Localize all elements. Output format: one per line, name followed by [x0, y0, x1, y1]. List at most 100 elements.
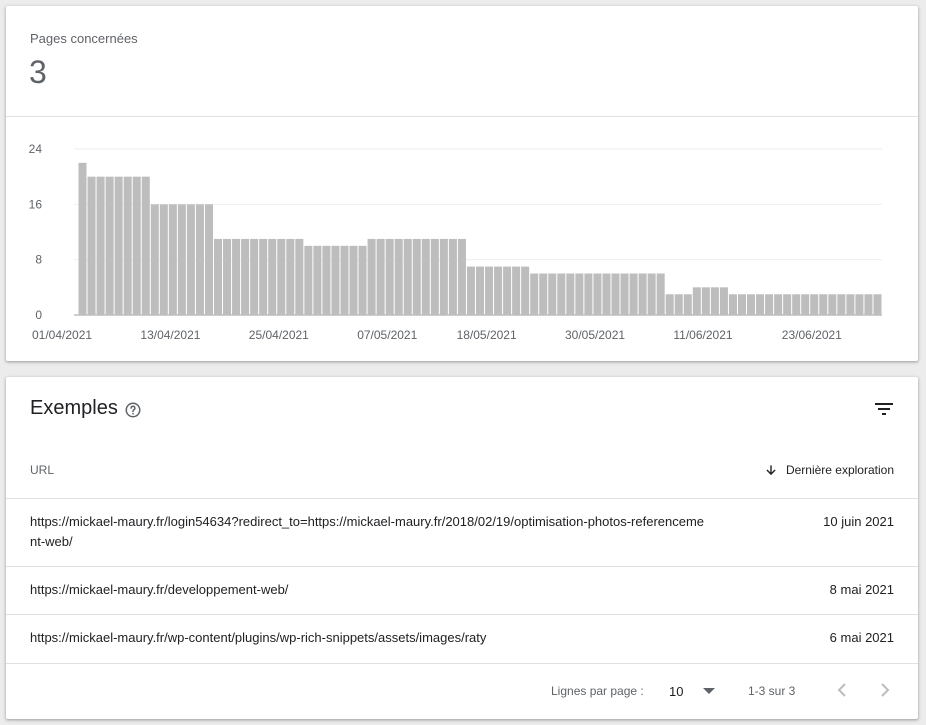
table-row[interactable]: https://mickael-maury.fr/login54634?redi… [6, 498, 918, 566]
chart-bar[interactable] [701, 287, 710, 315]
chart-bar[interactable] [674, 294, 683, 315]
chart-bar[interactable] [539, 273, 548, 316]
chart-bar[interactable] [756, 294, 765, 315]
chart-bar[interactable] [331, 245, 340, 315]
chart-bar[interactable] [548, 273, 557, 316]
chart-bar[interactable] [557, 273, 566, 316]
chart-bar[interactable] [268, 238, 277, 315]
chart-bar[interactable] [647, 273, 656, 316]
column-header-last-crawl[interactable]: Dernière exploration [764, 463, 894, 477]
chart-bar[interactable] [846, 294, 855, 315]
chart-bar[interactable] [566, 273, 575, 316]
chart-bar[interactable] [584, 273, 593, 316]
chart-bar[interactable] [96, 176, 105, 315]
column-header-url[interactable]: URL [30, 463, 54, 477]
chart-bar[interactable] [828, 294, 837, 315]
chart-bar[interactable] [223, 238, 232, 315]
chart-bar[interactable] [412, 238, 421, 315]
chart-bar[interactable] [304, 245, 313, 315]
chart-bar[interactable] [214, 238, 223, 315]
chart-bar[interactable] [394, 238, 403, 315]
chart-bar[interactable] [286, 238, 295, 315]
chart-bar[interactable] [512, 266, 521, 315]
chart-bar[interactable] [105, 176, 114, 315]
table-row[interactable]: https://mickael-maury.fr/wp-content/plug… [6, 614, 918, 663]
chart-bar[interactable] [259, 238, 268, 315]
chart-bar[interactable] [430, 238, 439, 315]
chart-bar[interactable] [683, 294, 692, 315]
chart-bar[interactable] [123, 176, 132, 315]
chart-bar[interactable] [367, 238, 376, 315]
chart-bar[interactable] [665, 294, 674, 315]
chart-bar[interactable] [792, 294, 801, 315]
chart-bar[interactable] [168, 204, 177, 315]
chart-bar[interactable] [159, 204, 168, 315]
chart-bar[interactable] [132, 176, 141, 315]
chart-bar[interactable] [521, 266, 530, 315]
help-circle-icon[interactable] [124, 401, 142, 419]
chart-bar[interactable] [855, 294, 864, 315]
chevron-right-icon[interactable] [873, 678, 897, 702]
chart-bar[interactable] [530, 273, 539, 316]
chart-bar[interactable] [737, 294, 746, 315]
chart-bar[interactable] [78, 162, 87, 315]
chart-bar[interactable] [602, 273, 611, 316]
chart-bar[interactable] [466, 266, 475, 315]
chart-bar[interactable] [186, 204, 195, 315]
chart-bar[interactable] [150, 204, 159, 315]
chart-bar[interactable] [593, 273, 602, 316]
chart-bar[interactable] [87, 176, 96, 315]
chart-bar[interactable] [801, 294, 810, 315]
chart-bar[interactable] [783, 294, 792, 315]
chart-bar[interactable] [837, 294, 846, 315]
table-row[interactable]: https://mickael-maury.fr/developpement-w… [6, 566, 918, 614]
chart-bar[interactable] [638, 273, 647, 316]
chart-bar[interactable] [457, 238, 466, 315]
chart-bar[interactable] [340, 245, 349, 315]
chevron-left-icon[interactable] [830, 678, 854, 702]
chart-bar[interactable] [358, 245, 367, 315]
chart-bar[interactable] [873, 294, 882, 315]
chart-bar[interactable] [719, 287, 728, 315]
chart-bar[interactable] [403, 238, 412, 315]
chart-bar[interactable] [349, 245, 358, 315]
chart-bar[interactable] [475, 266, 485, 315]
chart-bar[interactable] [421, 238, 430, 315]
chart-bar[interactable] [385, 238, 394, 315]
rows-per-page-select[interactable]: 10 [669, 680, 716, 702]
chart-bar[interactable] [611, 273, 620, 316]
chart-bar[interactable] [765, 294, 774, 315]
chart-bar[interactable] [232, 238, 241, 315]
chart-bar[interactable] [728, 294, 737, 315]
chart-bar[interactable] [241, 238, 250, 315]
chart-bar[interactable] [629, 273, 638, 316]
chart-bar[interactable] [503, 266, 512, 315]
chart-bar[interactable] [656, 273, 665, 316]
chart-bar[interactable] [710, 287, 719, 315]
chart-bar[interactable] [819, 294, 828, 315]
chart-bar[interactable] [177, 204, 186, 315]
chart-bar[interactable] [810, 294, 819, 315]
chart-bar[interactable] [485, 266, 494, 315]
chart-bar[interactable] [277, 238, 286, 315]
chart-bar[interactable] [692, 287, 701, 315]
chart-bar[interactable] [439, 238, 448, 315]
chart-bar[interactable] [250, 238, 259, 315]
chart-bar[interactable] [864, 294, 873, 315]
chart-bar[interactable] [746, 294, 756, 315]
chart-bar[interactable] [141, 176, 150, 315]
chart-bar[interactable] [322, 245, 331, 315]
chart-bar[interactable] [575, 273, 584, 316]
chart-bar[interactable] [376, 238, 385, 315]
filter-icon[interactable] [872, 397, 896, 421]
chart-bar[interactable] [204, 204, 213, 315]
chart-bar[interactable] [114, 176, 123, 315]
dropdown-arrow-icon [703, 688, 716, 694]
chart-bar[interactable] [295, 238, 304, 315]
chart-bar[interactable] [494, 266, 503, 315]
chart-bar[interactable] [195, 204, 204, 315]
chart-bar[interactable] [620, 273, 629, 316]
chart-bar[interactable] [313, 245, 322, 315]
chart-bar[interactable] [448, 238, 457, 315]
chart-bar[interactable] [774, 294, 783, 315]
